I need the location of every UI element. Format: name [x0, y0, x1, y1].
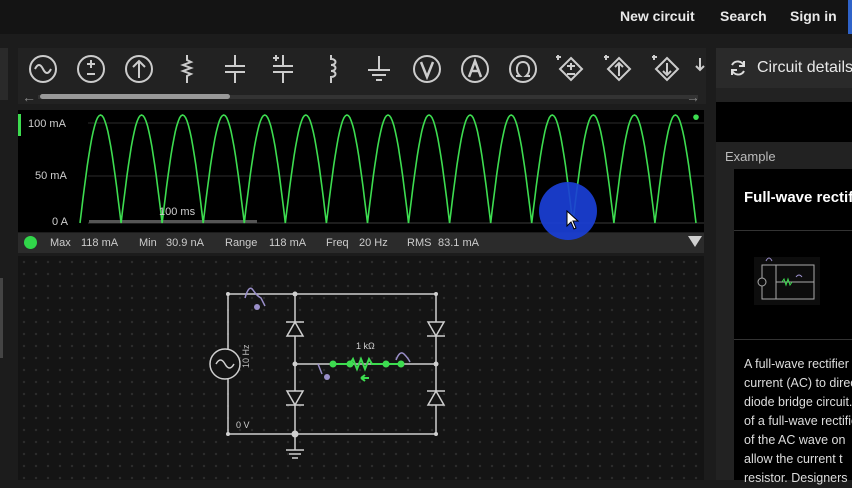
example-card[interactable]: Full-wave rectifier A full-wave rectifie… [734, 169, 852, 485]
diode-d4 [426, 389, 446, 406]
y-tick-50: 50 mA [35, 170, 67, 182]
left-panel-edge [0, 278, 3, 358]
dc-source-icon[interactable] [74, 52, 108, 86]
freq-value: 20 Hz [359, 237, 388, 249]
max-label: Max [50, 237, 71, 249]
trace-color-indicator[interactable] [24, 236, 37, 249]
scroll-thumb[interactable] [40, 94, 230, 99]
min-label: Min [139, 237, 157, 249]
example-description: A full-wave rectifier converts alternati… [744, 355, 852, 488]
details-toolbar-area [716, 102, 852, 142]
details-header: Circuit details [716, 48, 852, 88]
sign-in-link[interactable]: Sign in [790, 8, 837, 24]
description-line: of a full-wave rectifier [744, 414, 852, 428]
collapse-scope-toggle[interactable] [688, 236, 702, 247]
source-frequency-label: 10 Hz [241, 344, 251, 368]
resistor-icon[interactable] [170, 52, 204, 86]
resistor-1k [333, 356, 401, 372]
dependent-current-source-icon[interactable] [602, 52, 636, 86]
description-line: A full-wave rectifier converts alternati… [744, 357, 852, 371]
y-tick-0: 0 A [52, 216, 68, 228]
left-collapsed-panel[interactable] [0, 48, 8, 100]
refresh-icon[interactable] [728, 58, 748, 83]
capacitor-icon[interactable] [218, 52, 252, 86]
scroll-left-arrow[interactable]: ← [22, 88, 36, 106]
y-tick-100: 100 mA [28, 118, 66, 130]
ground-voltage-label: 0 V [236, 420, 250, 430]
current-source-icon[interactable] [122, 52, 156, 86]
ground-icon[interactable] [362, 52, 396, 86]
max-value: 118 mA [81, 237, 119, 249]
new-circuit-link[interactable]: New circuit [620, 8, 695, 24]
voltage-probe-1 [244, 287, 266, 307]
resistor-value-label: 1 kΩ [356, 341, 375, 351]
circuit-details-panel: Circuit details Example Full-wave rectif… [716, 48, 852, 485]
nav-edge-accent [848, 0, 852, 34]
waveform-end-dot [693, 114, 699, 120]
example-title[interactable]: Full-wave rectifier [744, 189, 852, 206]
more-tools-indicator[interactable] [694, 52, 706, 86]
dependent-source-icon[interactable] [650, 52, 684, 86]
min-value: 30.9 nA [166, 237, 204, 249]
example-label: Example [725, 149, 776, 164]
current-direction-arrow [360, 374, 369, 382]
card-divider-2 [734, 339, 852, 340]
circuit-canvas[interactable]: 10 Hz 1 kΩ 0 V [18, 256, 704, 480]
circuit-thumbnail[interactable] [752, 255, 822, 307]
mouse-pointer-icon [566, 209, 580, 235]
inductor-icon[interactable] [314, 52, 348, 86]
ohmmeter-icon[interactable] [506, 52, 540, 86]
oscilloscope-plot[interactable]: 100 mA 50 mA 0 A 100 ms [18, 110, 704, 232]
details-title: Circuit details [757, 59, 852, 76]
time-scale-label: 100 ms [159, 206, 196, 218]
ammeter-icon[interactable] [458, 52, 492, 86]
polarized-capacitor-icon[interactable] [266, 52, 300, 86]
rms-label: RMS [407, 237, 432, 249]
diode-d2 [285, 390, 305, 407]
time-scale-bar [89, 220, 257, 223]
diode-d1 [285, 320, 305, 337]
freq-label: Freq [326, 237, 349, 249]
circuit-schematic[interactable]: 10 Hz 1 kΩ 0 V [18, 256, 704, 480]
scroll-right-arrow[interactable]: → [686, 88, 700, 106]
description-line: resistor. Designers [744, 471, 848, 485]
scope-status-bar: Max 118 mA Min 30.9 nA Range 118 mA Freq… [18, 233, 704, 253]
card-divider [734, 230, 852, 231]
description-line: of the AC wave on [744, 433, 846, 447]
rms-value: 83.1 mA [438, 237, 479, 249]
description-line: current (AC) to direct current (DC) usin… [744, 376, 852, 390]
waveform-chart [79, 114, 704, 224]
diode-d3 [426, 321, 446, 338]
description-line: allow the current t [744, 452, 843, 466]
toolbar-scrollbar[interactable]: ← → [18, 88, 706, 106]
dependent-voltage-source-icon[interactable] [554, 52, 588, 86]
search-link[interactable]: Search [720, 8, 767, 24]
description-line: diode bridge circuit. The output [744, 395, 852, 409]
ground-symbol [286, 434, 304, 459]
ac-source-icon[interactable] [26, 52, 60, 86]
voltmeter-icon[interactable] [410, 52, 444, 86]
range-value: 118 mA [269, 237, 307, 249]
range-label: Range [225, 237, 258, 249]
top-nav-bar: New circuit Search Sign in [0, 0, 852, 34]
